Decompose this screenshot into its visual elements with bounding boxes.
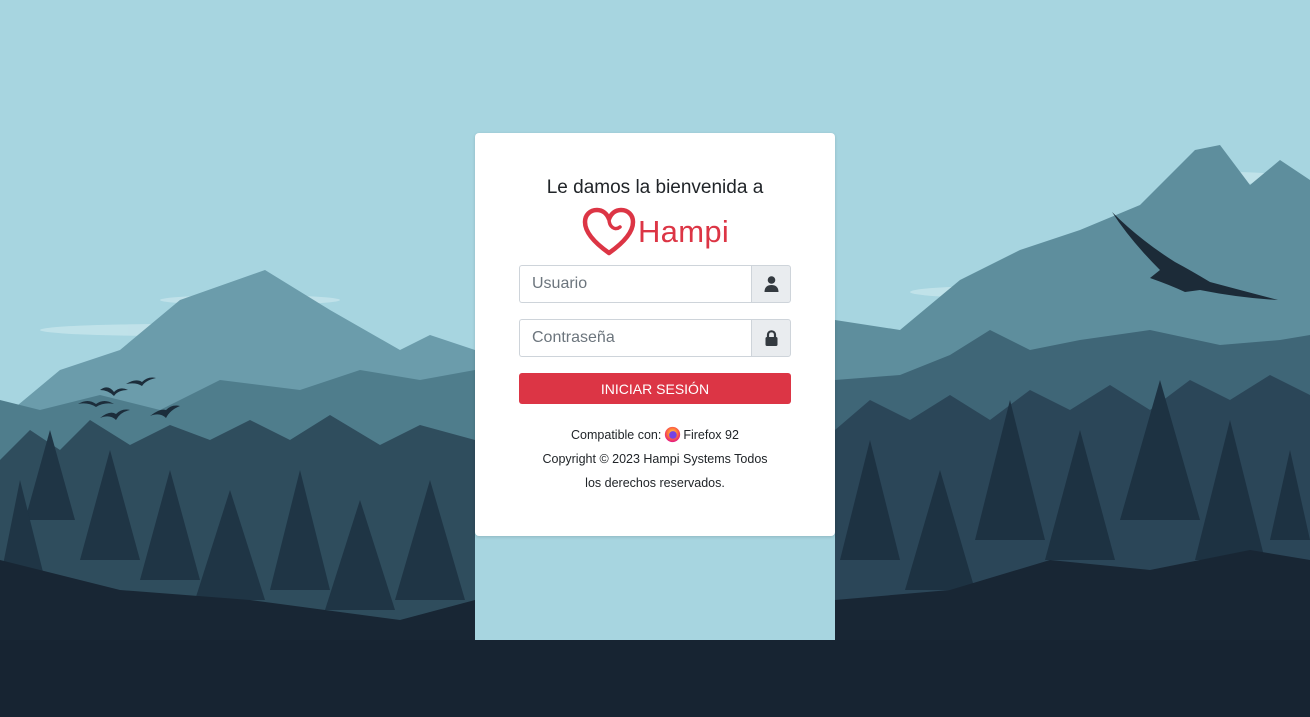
password-addon [751, 319, 791, 357]
welcome-heading: Le damos la bienvenida a [546, 177, 764, 198]
firefox-icon [665, 426, 681, 443]
login-card: Le damos la bienvenida a Hampi INICIAR S… [475, 133, 835, 536]
brand-logo: Hampi [582, 207, 732, 257]
user-icon [764, 276, 778, 292]
heart-logo-icon [582, 207, 636, 256]
username-group [519, 265, 791, 303]
compatibility-line: Compatible con: Firefox 92 [475, 426, 835, 443]
username-input[interactable] [519, 265, 751, 303]
compat-label: Compatible con: [571, 427, 662, 442]
brand-name: Hampi [638, 214, 730, 249]
copyright-text: Copyright © 2023 Hampi Systems Todos los… [542, 452, 768, 490]
password-group [519, 319, 791, 357]
password-input[interactable] [519, 319, 751, 357]
browser-name: Firefox 92 [683, 427, 739, 442]
username-addon [751, 265, 791, 303]
login-button[interactable]: INICIAR SESIÓN [519, 373, 791, 404]
lock-icon [765, 330, 777, 346]
